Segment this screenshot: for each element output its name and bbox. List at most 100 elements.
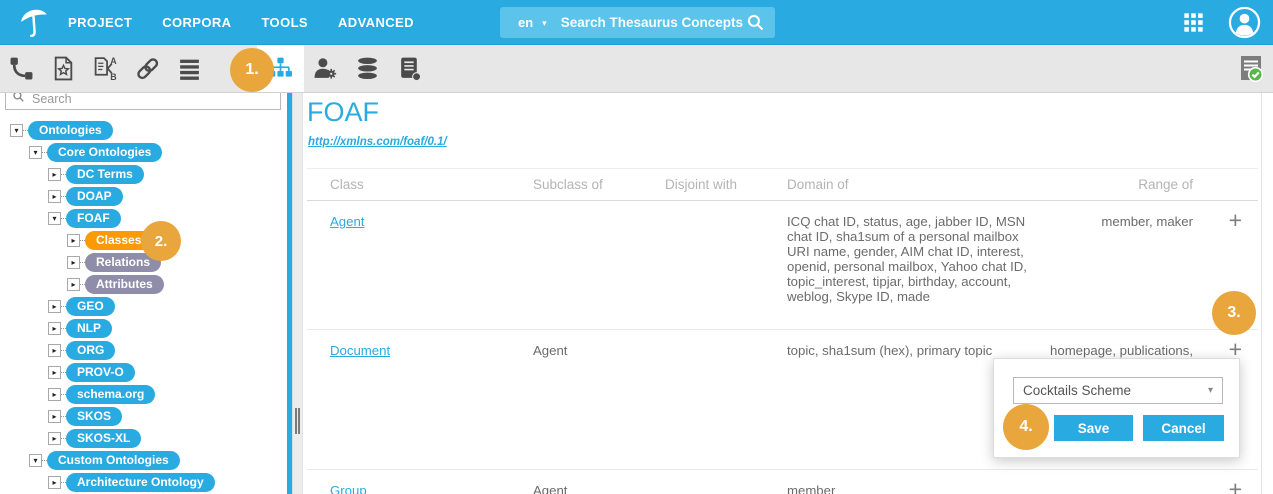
ontology-tree: ▾ Ontologies ▾ Core Ontologies ▸ DC Terms ▸ DOA… — [0, 110, 287, 493]
table-header-row: ClassSubclass ofDisjoint withDomain ofRa… — [307, 168, 1258, 201]
annotation-step-4: 4. — [1003, 404, 1049, 450]
collapse-toggle-icon[interactable]: ▾ — [29, 454, 42, 467]
splitter-grip-icon[interactable] — [295, 408, 300, 434]
tree-node-architecture-ontology[interactable]: Architecture Ontology — [66, 473, 215, 492]
list-icon[interactable] — [168, 45, 210, 92]
cell-disjoint-with — [665, 470, 787, 494]
tree-node-schema-org[interactable]: schema.org — [66, 385, 155, 404]
menu-item-corpora[interactable]: CORPORA — [162, 15, 231, 30]
annotation-step-3: 3. — [1212, 291, 1256, 335]
expand-toggle-icon[interactable]: ▸ — [67, 234, 80, 247]
tree-node-attributes[interactable]: Attributes — [85, 275, 164, 294]
expand-toggle-icon[interactable]: ▸ — [48, 344, 61, 357]
chevron-down-icon[interactable]: ▾ — [542, 18, 547, 29]
tree-node-foaf[interactable]: FOAF — [66, 209, 121, 228]
bezier-connection-icon[interactable] — [0, 45, 42, 92]
column-header-disjoint-with: Disjoint with — [665, 177, 787, 192]
tree-search-input[interactable] — [30, 93, 274, 107]
cell-range-of — [1049, 470, 1199, 494]
add-relation-button[interactable]: + — [1199, 470, 1258, 494]
top-navigation-bar: PROJECT CORPORA TOOLS ADVANCED en ▾ — [0, 0, 1273, 45]
collapse-toggle-icon[interactable]: ▾ — [48, 212, 61, 225]
svg-text:B: B — [110, 72, 116, 81]
menu-item-project[interactable]: PROJECT — [68, 15, 132, 30]
tree-row: ▸ SKOS — [0, 405, 287, 427]
user-avatar-icon[interactable] — [1228, 6, 1261, 39]
tree-row: ▾ FOAF — [0, 207, 287, 229]
expand-toggle-icon[interactable]: ▸ — [48, 300, 61, 313]
class-link-group[interactable]: Group — [330, 483, 367, 494]
expand-toggle-icon[interactable]: ▸ — [48, 410, 61, 423]
tree-row: ▾ Ontologies — [0, 119, 287, 141]
save-button[interactable]: Save — [1054, 415, 1133, 441]
column-header-domain-of: Domain of — [787, 177, 1049, 192]
scheme-select-value: Cocktails Scheme — [1023, 383, 1131, 398]
tree-node-prov-o[interactable]: PROV-O — [66, 363, 135, 382]
expand-toggle-icon[interactable]: ▸ — [67, 256, 80, 269]
scheme-select[interactable]: Cocktails Scheme ▾ — [1013, 377, 1223, 404]
database-icon[interactable] — [346, 45, 388, 92]
cancel-button[interactable]: Cancel — [1143, 415, 1224, 441]
topbar-right-group — [1183, 0, 1261, 45]
tree-search-box — [5, 93, 281, 110]
menu-item-advanced[interactable]: ADVANCED — [338, 15, 414, 30]
table-row-agent: Agent ICQ chat ID, status, age, jabber ID… — [307, 201, 1258, 330]
class-link-agent[interactable]: Agent — [330, 214, 364, 229]
quality-check-icon[interactable] — [1238, 45, 1264, 92]
expand-toggle-icon[interactable]: ▸ — [48, 366, 61, 379]
tree-row: ▸ NLP — [0, 317, 287, 339]
cell-class: Document — [307, 330, 533, 469]
umbrella-logo-icon[interactable] — [0, 3, 68, 41]
expand-toggle-icon[interactable]: ▸ — [48, 168, 61, 181]
column-header-subclass-of: Subclass of — [533, 177, 665, 192]
link-icon[interactable] — [126, 45, 168, 92]
tree-row: ▾ Custom Ontologies — [0, 449, 287, 471]
language-selector[interactable]: en — [518, 15, 533, 30]
tree-row: ▸ schema.org — [0, 383, 287, 405]
tree-node-dc-terms[interactable]: DC Terms — [66, 165, 144, 184]
tree-node-doap[interactable]: DOAP — [66, 187, 123, 206]
cell-disjoint-with — [665, 201, 787, 329]
tree-node-geo[interactable]: GEO — [66, 297, 115, 316]
chevron-down-icon: ▾ — [1208, 385, 1213, 396]
thesaurus-search-input[interactable] — [559, 14, 746, 31]
starred-document-icon[interactable] — [42, 45, 84, 92]
concept-search-bar: en ▾ — [500, 7, 775, 38]
document-compare-icon[interactable]: AB — [84, 45, 126, 92]
tree-node-custom-ontologies[interactable]: Custom Ontologies — [47, 451, 180, 470]
panel-splitter[interactable] — [292, 93, 303, 494]
ontology-url-link[interactable]: http://xmlns.com/foaf/0.1/ — [308, 136, 447, 148]
expand-toggle-icon[interactable]: ▸ — [48, 432, 61, 445]
user-roles-icon[interactable] — [304, 45, 346, 92]
tree-node-core-ontologies[interactable]: Core Ontologies — [47, 143, 162, 162]
collapse-toggle-icon[interactable]: ▾ — [10, 124, 23, 137]
repository-check-icon[interactable] — [388, 45, 430, 92]
tree-node-skos[interactable]: SKOS — [66, 407, 122, 426]
tree-node-ontologies[interactable]: Ontologies — [28, 121, 113, 140]
cell-domain-of: ICQ chat ID, status, age, jabber ID, MSN… — [787, 201, 1049, 329]
apps-grid-icon[interactable] — [1183, 12, 1204, 33]
toolbar-left: AB — [0, 45, 430, 92]
ontology-tree-panel: ▾ Ontologies ▾ Core Ontologies ▸ DC Terms ▸ DOA… — [0, 93, 287, 494]
search-icon[interactable] — [746, 13, 765, 32]
svg-text:A: A — [110, 56, 117, 66]
tree-node-org[interactable]: ORG — [66, 341, 115, 360]
column-header-class: Class — [307, 177, 533, 192]
tree-row: ▾ Core Ontologies — [0, 141, 287, 163]
cell-subclass-of — [533, 201, 665, 329]
collapse-toggle-icon[interactable]: ▾ — [29, 146, 42, 159]
page-title: FOAF — [307, 97, 379, 128]
tree-node-skos-xl[interactable]: SKOS-XL — [66, 429, 141, 448]
cell-subclass-of: Agent — [533, 330, 665, 469]
expand-toggle-icon[interactable]: ▸ — [48, 388, 61, 401]
expand-toggle-icon[interactable]: ▸ — [48, 190, 61, 203]
expand-toggle-icon[interactable]: ▸ — [48, 476, 61, 489]
topbar-menu: PROJECT CORPORA TOOLS ADVANCED — [68, 15, 414, 30]
module-toolbar: AB — [0, 45, 1273, 93]
expand-toggle-icon[interactable]: ▸ — [48, 322, 61, 335]
expand-toggle-icon[interactable]: ▸ — [67, 278, 80, 291]
class-link-document[interactable]: Document — [330, 343, 390, 358]
tree-node-nlp[interactable]: NLP — [66, 319, 112, 338]
menu-item-tools[interactable]: TOOLS — [261, 15, 308, 30]
annotation-step-1: 1. — [230, 48, 274, 92]
